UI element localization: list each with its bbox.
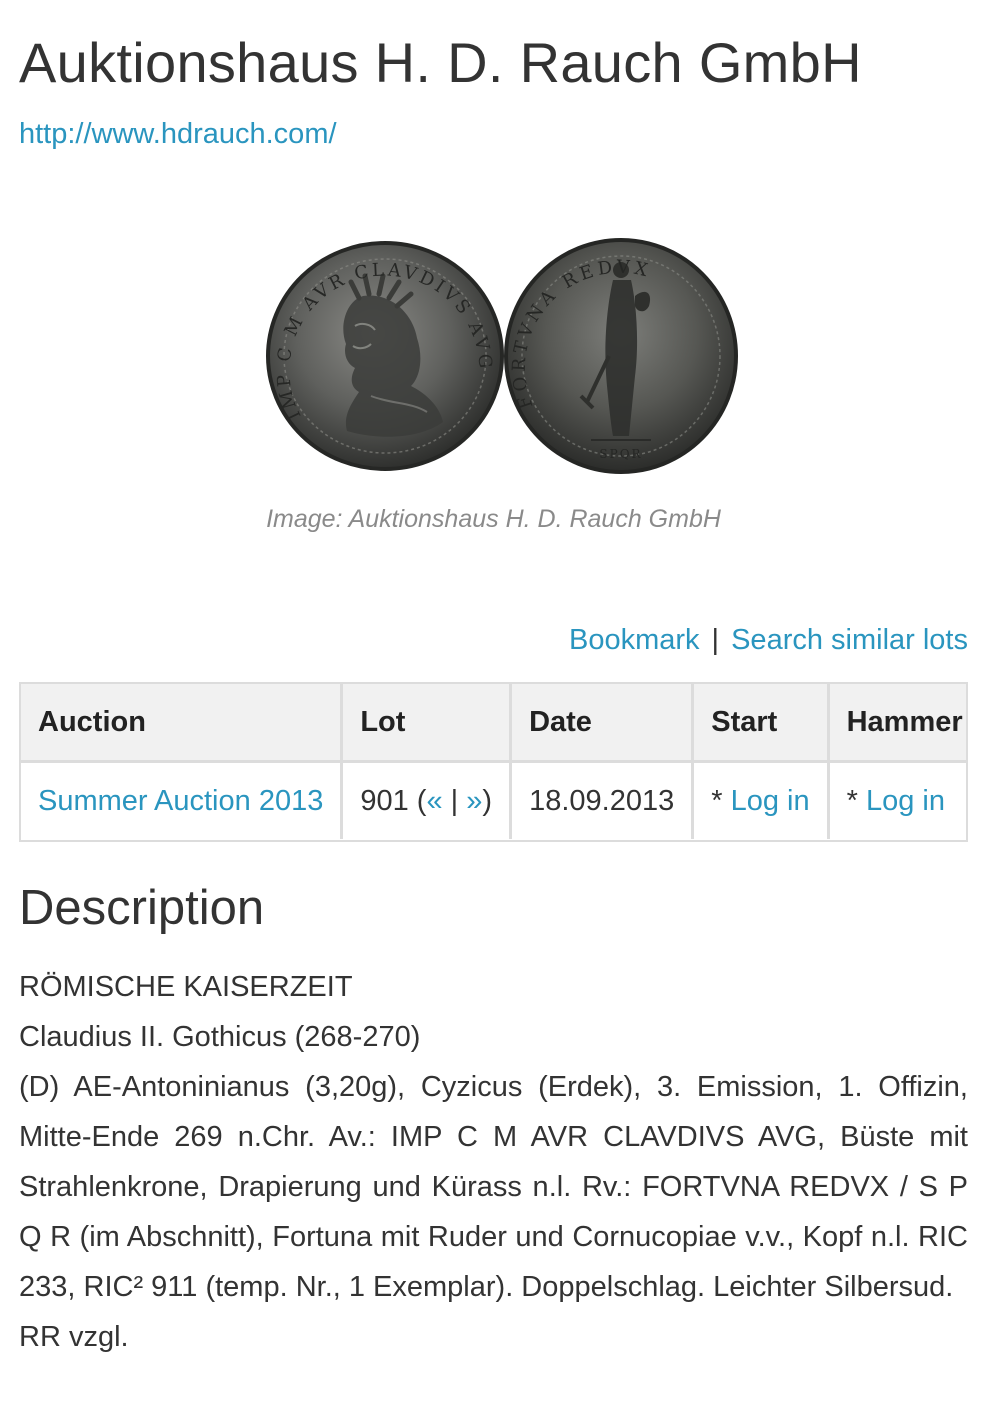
cell-hammer: * Log in (828, 761, 966, 839)
cell-auction: Summer Auction 2013 (21, 761, 344, 839)
lot-nav-separator: | (450, 784, 459, 817)
start-prefix: * (711, 784, 731, 817)
page-title: Auktionshaus H. D. Rauch GmbH (19, 31, 862, 94)
actions-separator: | (711, 624, 720, 656)
header-lot: Lot (341, 684, 513, 763)
auction-link[interactable]: Summer Auction 2013 (38, 785, 323, 817)
hammer-prefix: * (846, 784, 866, 817)
coin-image: IMP C M AVR CLAVDIVS AVG FORTVNA REDVX S… (266, 238, 738, 474)
bookmark-link[interactable]: Bookmark (569, 624, 700, 656)
lot-paren-open: ( (416, 784, 427, 817)
auction-house-website-link[interactable]: http://www.hdrauch.com/ (19, 118, 337, 151)
description-body: (D) AE-Antoninianus (3,20g), Cyzicus (Er… (19, 1071, 968, 1303)
lot-actions: Bookmark | Search similar lots (569, 624, 968, 657)
lot-number: 901 (360, 784, 409, 817)
search-similar-lots-link[interactable]: Search similar lots (731, 624, 968, 656)
reverse-coin: FORTVNA REDVX SPQR (504, 238, 738, 474)
header-date: Date (510, 684, 695, 763)
cell-start: * Log in (692, 761, 830, 839)
header-auction: Auction (21, 684, 344, 763)
header-hammer: Hammer (828, 684, 966, 763)
obverse-coin: IMP C M AVR CLAVDIVS AVG (266, 241, 504, 471)
description-line-ruler: Claudius II. Gothicus (268-270) (19, 1021, 421, 1053)
cell-lot: 901 (« | ») (341, 761, 513, 839)
description-rarity: RR vzgl. (19, 1321, 129, 1353)
lot-table-container[interactable]: Auction Lot Date Start Hammer Summer Auc… (19, 682, 968, 842)
header-start: Start (692, 684, 830, 763)
description-heading: Description (19, 881, 265, 935)
description-text: RÖMISCHE KAISERZEIT Claudius II. Gothicu… (19, 962, 968, 1362)
lot-paren-close: ) (482, 784, 493, 817)
description-line-category: RÖMISCHE KAISERZEIT (19, 971, 353, 1003)
next-lot-link[interactable]: » (466, 785, 482, 817)
image-caption: Image: Auktionshaus H. D. Rauch GmbH (266, 505, 721, 533)
previous-lot-link[interactable]: « (426, 785, 442, 817)
table-row: Summer Auction 2013 901 (« | ») 18.09.20… (21, 761, 966, 839)
lot-table: Auction Lot Date Start Hammer Summer Auc… (21, 684, 966, 839)
start-login-link[interactable]: Log in (731, 785, 810, 817)
table-header-row: Auction Lot Date Start Hammer (21, 684, 966, 763)
svg-text:SPQR: SPQR (599, 447, 642, 461)
hammer-login-link[interactable]: Log in (866, 785, 945, 817)
cell-date: 18.09.2013 (510, 761, 695, 839)
